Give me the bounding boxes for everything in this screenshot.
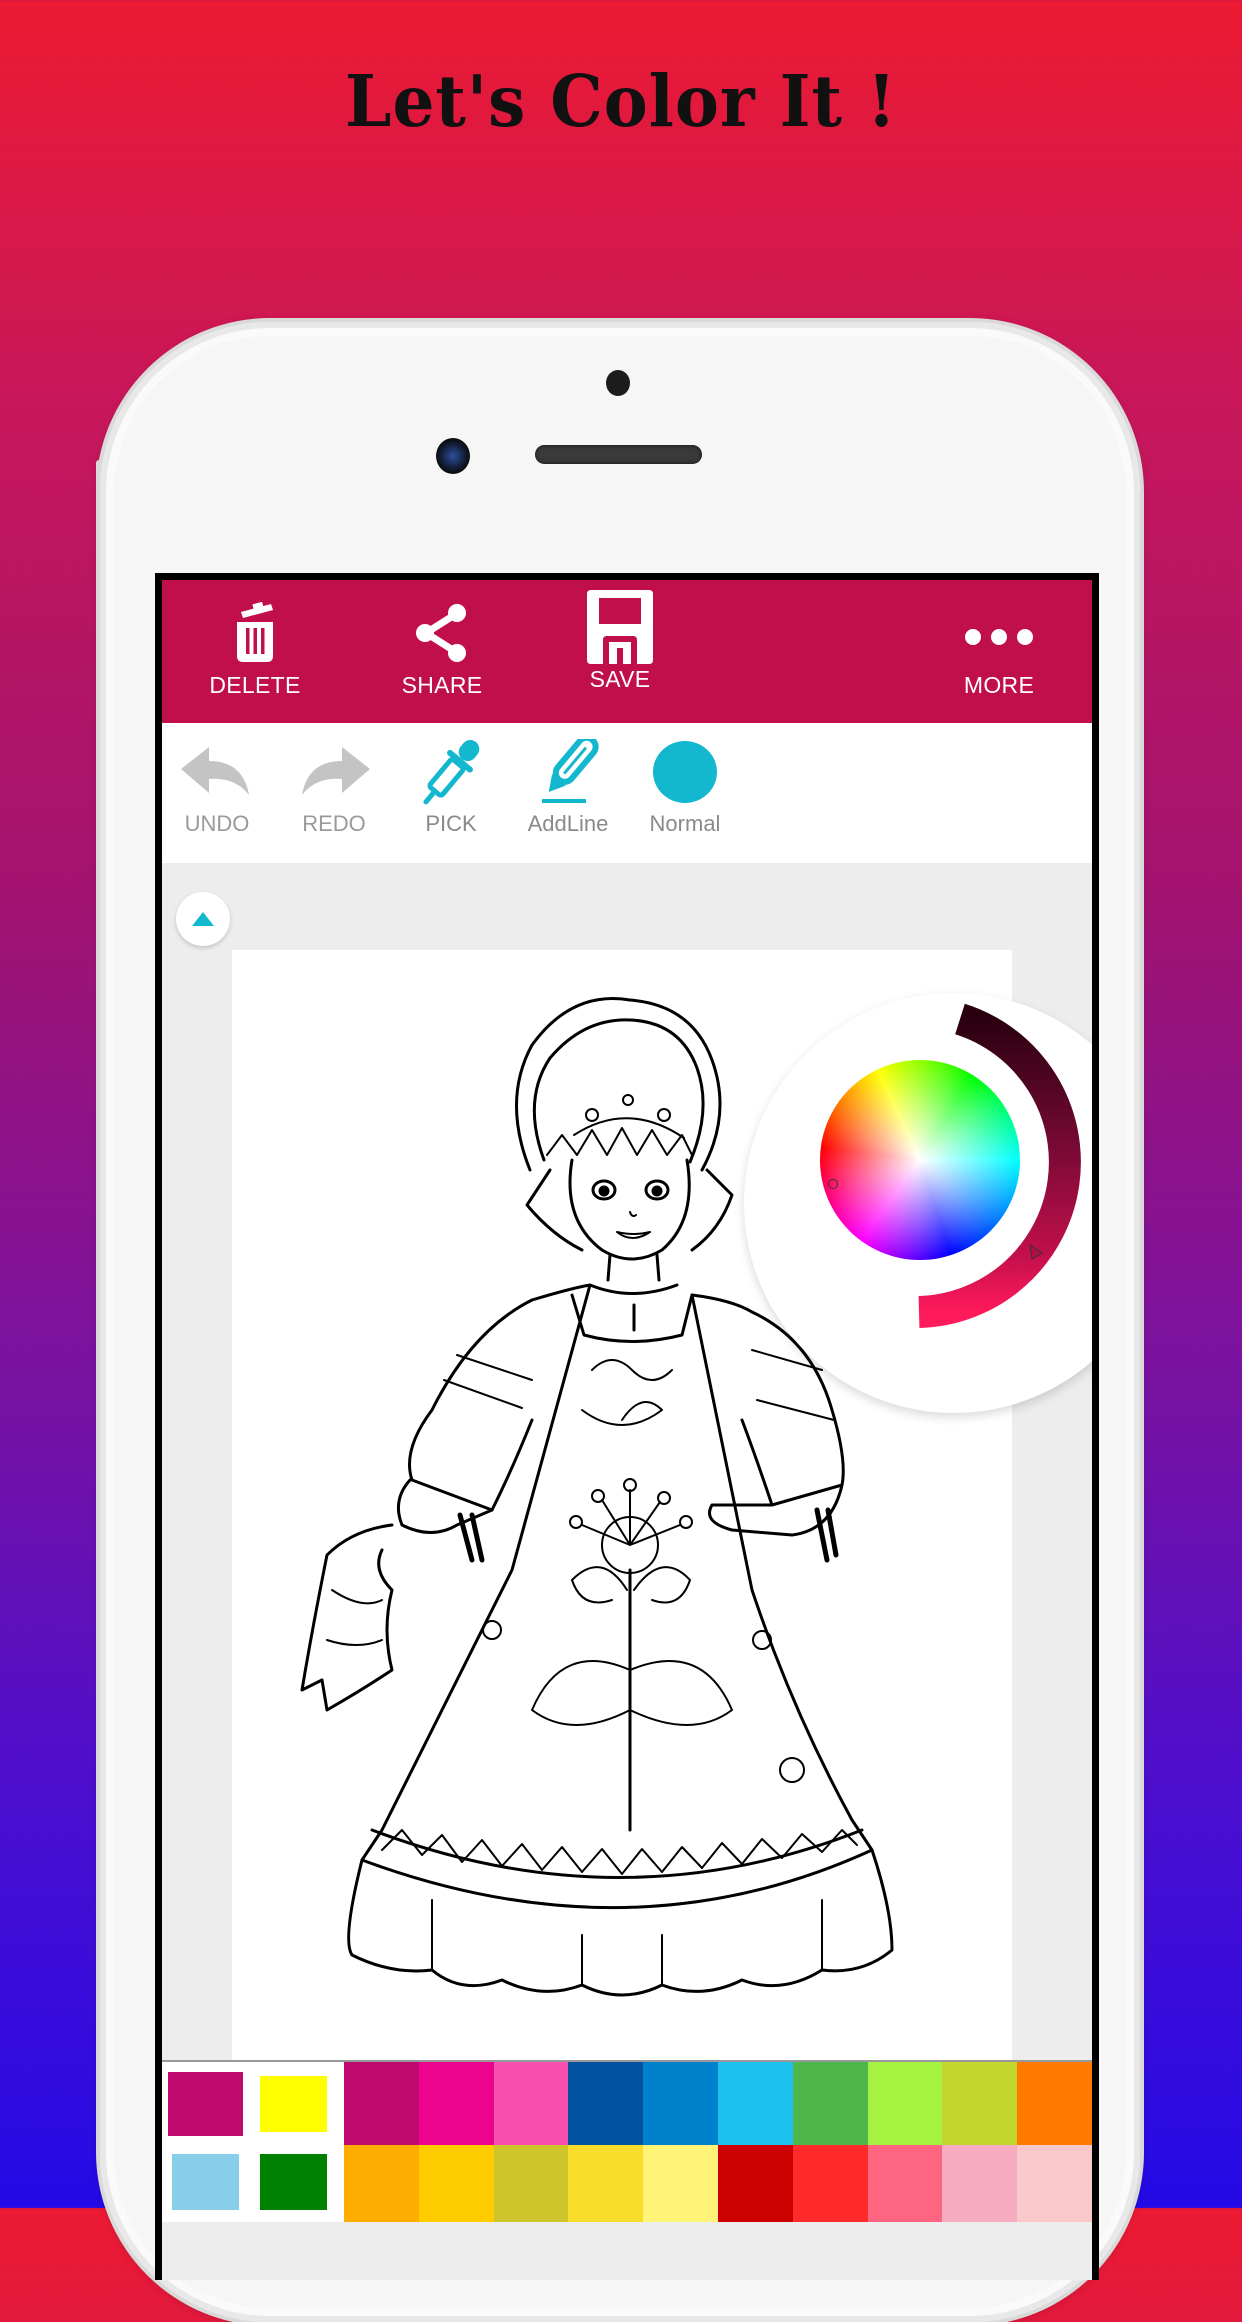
wheel-selection-marker[interactable] <box>828 1179 838 1189</box>
undo-label: UNDO <box>184 811 250 836</box>
delete-label: DELETE <box>209 672 301 698</box>
share-label: SHARE <box>401 672 483 698</box>
redo-label: REDO <box>302 811 366 836</box>
earpiece-speaker <box>535 445 702 464</box>
share-button[interactable]: SHARE <box>387 580 497 723</box>
color-picker-panel <box>744 993 1092 1413</box>
pick-label: PICK <box>425 811 477 836</box>
tool-row: UNDO REDO PICK AddLine Normal <box>162 723 1092 863</box>
swatch-grid <box>344 2062 1092 2222</box>
pencil-icon <box>542 739 599 803</box>
delete-button[interactable]: DELETE <box>200 580 310 723</box>
palette-swatch[interactable] <box>867 2145 943 2222</box>
recent-colors <box>162 2062 342 2222</box>
recent-swatch[interactable] <box>168 2072 243 2136</box>
addline-label: AddLine <box>527 811 609 836</box>
eyedropper-icon <box>423 740 480 805</box>
trash-icon <box>237 602 273 662</box>
recent-swatch[interactable] <box>172 2154 239 2210</box>
headline: Let's Color It ! <box>345 58 897 144</box>
drawing-canvas-area <box>162 863 1092 2070</box>
palette-swatch[interactable] <box>1017 2062 1092 2145</box>
palette-swatch[interactable] <box>344 2145 419 2222</box>
palette-swatch[interactable] <box>792 2145 868 2222</box>
palette-swatch[interactable] <box>418 2145 494 2222</box>
palette-swatch[interactable] <box>418 2062 494 2145</box>
more-button[interactable]: MORE <box>944 580 1054 723</box>
undo-icon <box>181 747 249 795</box>
palette-swatch[interactable] <box>344 2062 419 2145</box>
palette-swatch[interactable] <box>792 2062 868 2145</box>
front-camera <box>436 438 470 474</box>
recent-swatch[interactable] <box>260 2154 327 2210</box>
triangle-up-icon <box>192 912 214 926</box>
palette-swatch[interactable] <box>867 2062 943 2145</box>
palette-swatch[interactable] <box>568 2062 644 2145</box>
palette-swatch[interactable] <box>493 2145 569 2222</box>
normal-brush-button[interactable]: Normal <box>630 723 740 863</box>
proximity-sensor <box>606 370 630 396</box>
brightness-slider-handle[interactable] <box>1026 1243 1046 1263</box>
save-button[interactable]: SAVE <box>565 580 675 723</box>
redo-button[interactable]: REDO <box>279 723 389 863</box>
more-label: MORE <box>963 672 1035 698</box>
color-palette <box>162 2060 1092 2222</box>
more-dots-icon <box>965 629 1033 645</box>
app-screen: DELETE SHARE SAVE MORE UNDO REDO PICK Ad… <box>155 573 1099 2280</box>
brush-dot-icon <box>653 741 717 803</box>
palette-swatch[interactable] <box>493 2062 569 2145</box>
recent-swatch[interactable] <box>260 2076 327 2132</box>
floppy-disk-icon <box>587 590 653 664</box>
addline-button[interactable]: AddLine <box>513 723 623 863</box>
redo-icon <box>302 747 370 795</box>
normal-label: Normal <box>649 811 721 836</box>
palette-swatch[interactable] <box>718 2145 793 2222</box>
palette-swatch[interactable] <box>942 2145 1018 2222</box>
palette-swatch[interactable] <box>643 2145 718 2222</box>
palette-swatch[interactable] <box>1017 2145 1092 2222</box>
collapse-toolbar-button[interactable] <box>176 892 230 946</box>
palette-swatch[interactable] <box>643 2062 718 2145</box>
save-label: SAVE <box>589 666 651 692</box>
hue-saturation-wheel[interactable] <box>820 1060 1020 1260</box>
share-icon <box>416 604 466 662</box>
undo-button[interactable]: UNDO <box>162 723 272 863</box>
palette-swatch[interactable] <box>568 2145 644 2222</box>
pick-button[interactable]: PICK <box>396 723 506 863</box>
top-toolbar: DELETE SHARE SAVE MORE <box>162 580 1092 723</box>
palette-swatch[interactable] <box>942 2062 1018 2145</box>
palette-swatch[interactable] <box>718 2062 793 2145</box>
